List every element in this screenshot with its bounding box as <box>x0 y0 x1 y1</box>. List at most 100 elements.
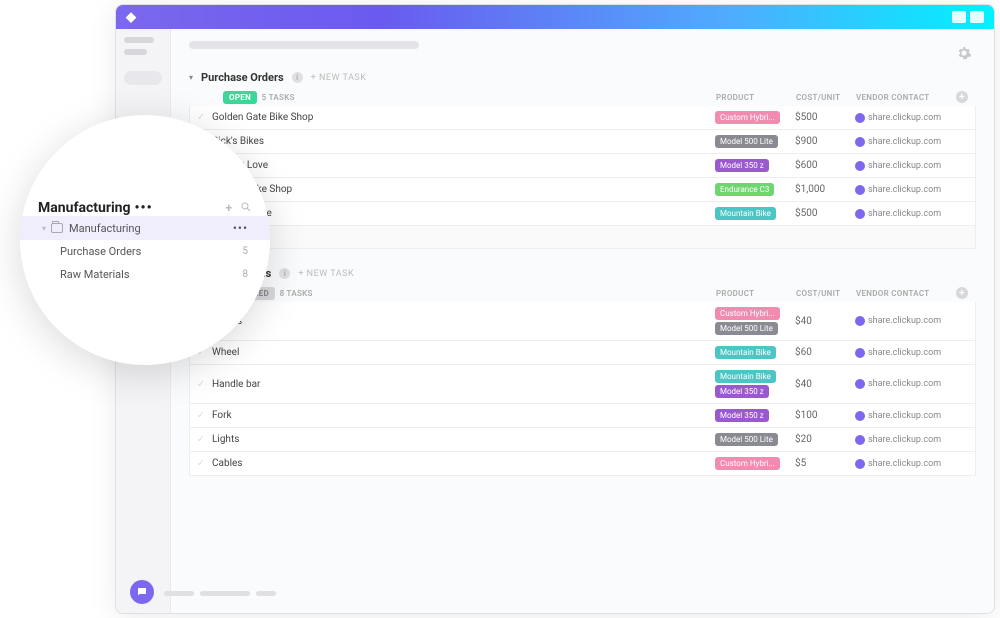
check-icon[interactable]: ✓ <box>190 112 212 123</box>
cell-product[interactable]: Model 350 z <box>715 159 795 172</box>
task-row[interactable]: ✓ Pedals Custom Hybri...Model 500 Lite $… <box>189 302 976 341</box>
cell-vendor[interactable]: share.clickup.com <box>855 435 955 445</box>
product-tag[interactable]: Mountain Bike <box>715 346 776 359</box>
cell-product[interactable]: Mountain Bike <box>715 346 795 359</box>
cell-product[interactable]: Mountain Bike Model 350 z <box>715 370 795 398</box>
cell-cost[interactable]: $60 <box>795 347 855 358</box>
add-task-button[interactable]: + ADD TASK <box>189 226 976 249</box>
check-icon[interactable]: ✓ <box>190 410 212 421</box>
cell-cost[interactable]: $40 <box>795 379 855 390</box>
sidebar-item[interactable]: ▾Manufacturing••• <box>20 216 270 240</box>
new-task-button[interactable]: + NEW TASK <box>298 269 354 279</box>
cell-vendor[interactable]: share.clickup.com <box>855 161 955 171</box>
cell-vendor[interactable]: share.clickup.com <box>855 316 955 326</box>
task-name[interactable]: Fork <box>212 410 715 421</box>
cell-cost[interactable]: $900 <box>795 136 855 147</box>
group-header[interactable]: ▾ Raw Materials i + NEW TASK <box>189 263 976 284</box>
task-row[interactable]: ✓ Cables Custom Hybri... $5 share.clicku… <box>189 452 976 476</box>
cell-vendor[interactable]: share.clickup.com <box>855 348 955 358</box>
cell-cost[interactable]: $40 <box>795 316 855 327</box>
cell-cost[interactable]: $1,000 <box>795 184 855 195</box>
cell-vendor[interactable]: share.clickup.com <box>855 411 955 421</box>
cell-cost[interactable]: $100 <box>795 410 855 421</box>
product-tag[interactable]: Endurance C3 <box>715 183 774 196</box>
cell-product[interactable]: Endurance C3 <box>715 183 795 196</box>
sidebar-item[interactable]: Raw Materials8 <box>20 263 270 286</box>
new-task-button[interactable]: + NEW TASK <box>311 73 367 83</box>
product-tag[interactable]: Model 350 z <box>715 409 769 422</box>
cell-cost[interactable]: $5 <box>795 458 855 469</box>
gear-icon[interactable] <box>956 45 972 61</box>
cell-cost[interactable]: $500 <box>795 208 855 219</box>
task-name[interactable]: Golden Gate Bike Shop <box>212 112 715 123</box>
task-row[interactable]: ✓ Rick's Bikes Model 500 Lite $900 share… <box>189 130 976 154</box>
product-tag[interactable]: Model 350 z <box>715 385 769 398</box>
add-column-button[interactable]: + <box>956 287 968 299</box>
product-tag[interactable]: Custom Hybri... <box>715 307 780 320</box>
task-name[interactable]: Lights <box>212 434 715 445</box>
cell-cost[interactable]: $600 <box>795 160 855 171</box>
task-row[interactable]: ✓ Handle bar Mountain Bike Model 350 z $4… <box>189 365 976 404</box>
check-icon[interactable]: ✓ <box>190 458 212 469</box>
col-product[interactable]: PRODUCT <box>716 289 796 298</box>
cell-product[interactable]: Model 350 z <box>715 409 795 422</box>
cell-product[interactable]: Custom Hybri... <box>715 111 795 124</box>
cell-cost[interactable]: $500 <box>795 112 855 123</box>
cell-product[interactable]: Model 500 Lite <box>715 433 795 446</box>
cell-product[interactable]: Custom Hybri... <box>715 457 795 470</box>
task-name[interactable]: Jenna's Bike Shop <box>212 184 715 195</box>
task-row[interactable]: ✓ Rainbow Bike Mountain Bike $500 share.… <box>189 202 976 226</box>
product-tag[interactable]: Model 500 Lite <box>715 433 778 446</box>
product-tag[interactable]: Mountain Bike <box>715 207 776 220</box>
chat-fab[interactable] <box>130 580 154 604</box>
plus-icon[interactable]: + <box>225 201 232 216</box>
task-name[interactable]: Handle bar <box>212 379 715 390</box>
search-icon[interactable] <box>240 201 252 216</box>
product-tag[interactable]: Model 500 Lite <box>715 135 778 148</box>
task-row[interactable]: ✓ Lights Model 500 Lite $20 share.clicku… <box>189 428 976 452</box>
task-name[interactable]: Wheel <box>212 347 715 358</box>
chevron-down-icon[interactable]: ▾ <box>42 224 46 233</box>
col-cost[interactable]: COST/UNIT <box>796 93 856 102</box>
task-row[interactable]: ✓ Cycling Love Model 350 z $600 share.cl… <box>189 154 976 178</box>
task-name[interactable]: Cables <box>212 458 715 469</box>
col-product[interactable]: PRODUCT <box>716 93 796 102</box>
task-name[interactable]: Rainbow Bike <box>212 208 715 219</box>
col-vendor[interactable]: VENDOR CONTACT <box>856 289 956 298</box>
window-control[interactable] <box>970 11 984 23</box>
product-tag[interactable]: Custom Hybri... <box>715 457 780 470</box>
add-column-button[interactable]: + <box>956 91 968 103</box>
product-tag[interactable]: Mountain Bike <box>715 370 776 383</box>
group-header[interactable]: ▾ Purchase Orders i + NEW TASK <box>189 67 976 88</box>
check-icon[interactable]: ✓ <box>190 379 212 390</box>
window-control[interactable] <box>952 11 966 23</box>
task-name[interactable]: Rick's Bikes <box>212 136 715 147</box>
product-tag[interactable]: Model 350 z <box>715 159 769 172</box>
sidebar-item[interactable]: Purchase Orders5 <box>20 240 270 263</box>
product-tag[interactable]: Model 500 Lite <box>715 322 778 335</box>
cell-vendor[interactable]: share.clickup.com <box>855 185 955 195</box>
chevron-down-icon[interactable]: ▾ <box>189 73 193 82</box>
cell-product[interactable]: Mountain Bike <box>715 207 795 220</box>
more-icon[interactable]: ••• <box>233 221 248 235</box>
more-icon[interactable]: ••• <box>135 200 153 216</box>
cell-vendor[interactable]: share.clickup.com <box>855 113 955 123</box>
cell-vendor[interactable]: share.clickup.com <box>855 379 955 389</box>
col-cost[interactable]: COST/UNIT <box>796 289 856 298</box>
task-row[interactable]: ✓ Jenna's Bike Shop Endurance C3 $1,000 … <box>189 178 976 202</box>
task-row[interactable]: ✓ Golden Gate Bike Shop Custom Hybri... … <box>189 106 976 130</box>
cell-vendor[interactable]: share.clickup.com <box>855 209 955 219</box>
task-row[interactable]: ✓ Wheel Mountain Bike $60 share.clickup.… <box>189 341 976 365</box>
task-name[interactable]: Pedals <box>212 316 715 327</box>
cell-product[interactable]: Custom Hybri... Model 500 Lite <box>715 307 795 335</box>
cell-product[interactable]: Model 500 Lite <box>715 135 795 148</box>
sidebar-space-header[interactable]: Manufacturing ••• + <box>20 200 270 216</box>
info-icon[interactable]: i <box>279 268 290 279</box>
check-icon[interactable]: ✓ <box>190 434 212 445</box>
cell-vendor[interactable]: share.clickup.com <box>855 137 955 147</box>
col-vendor[interactable]: VENDOR CONTACT <box>856 93 956 102</box>
product-tag[interactable]: Custom Hybri... <box>715 111 780 124</box>
task-name[interactable]: Cycling Love <box>212 160 715 171</box>
info-icon[interactable]: i <box>292 72 303 83</box>
task-row[interactable]: ✓ Fork Model 350 z $100 share.clickup.co… <box>189 404 976 428</box>
